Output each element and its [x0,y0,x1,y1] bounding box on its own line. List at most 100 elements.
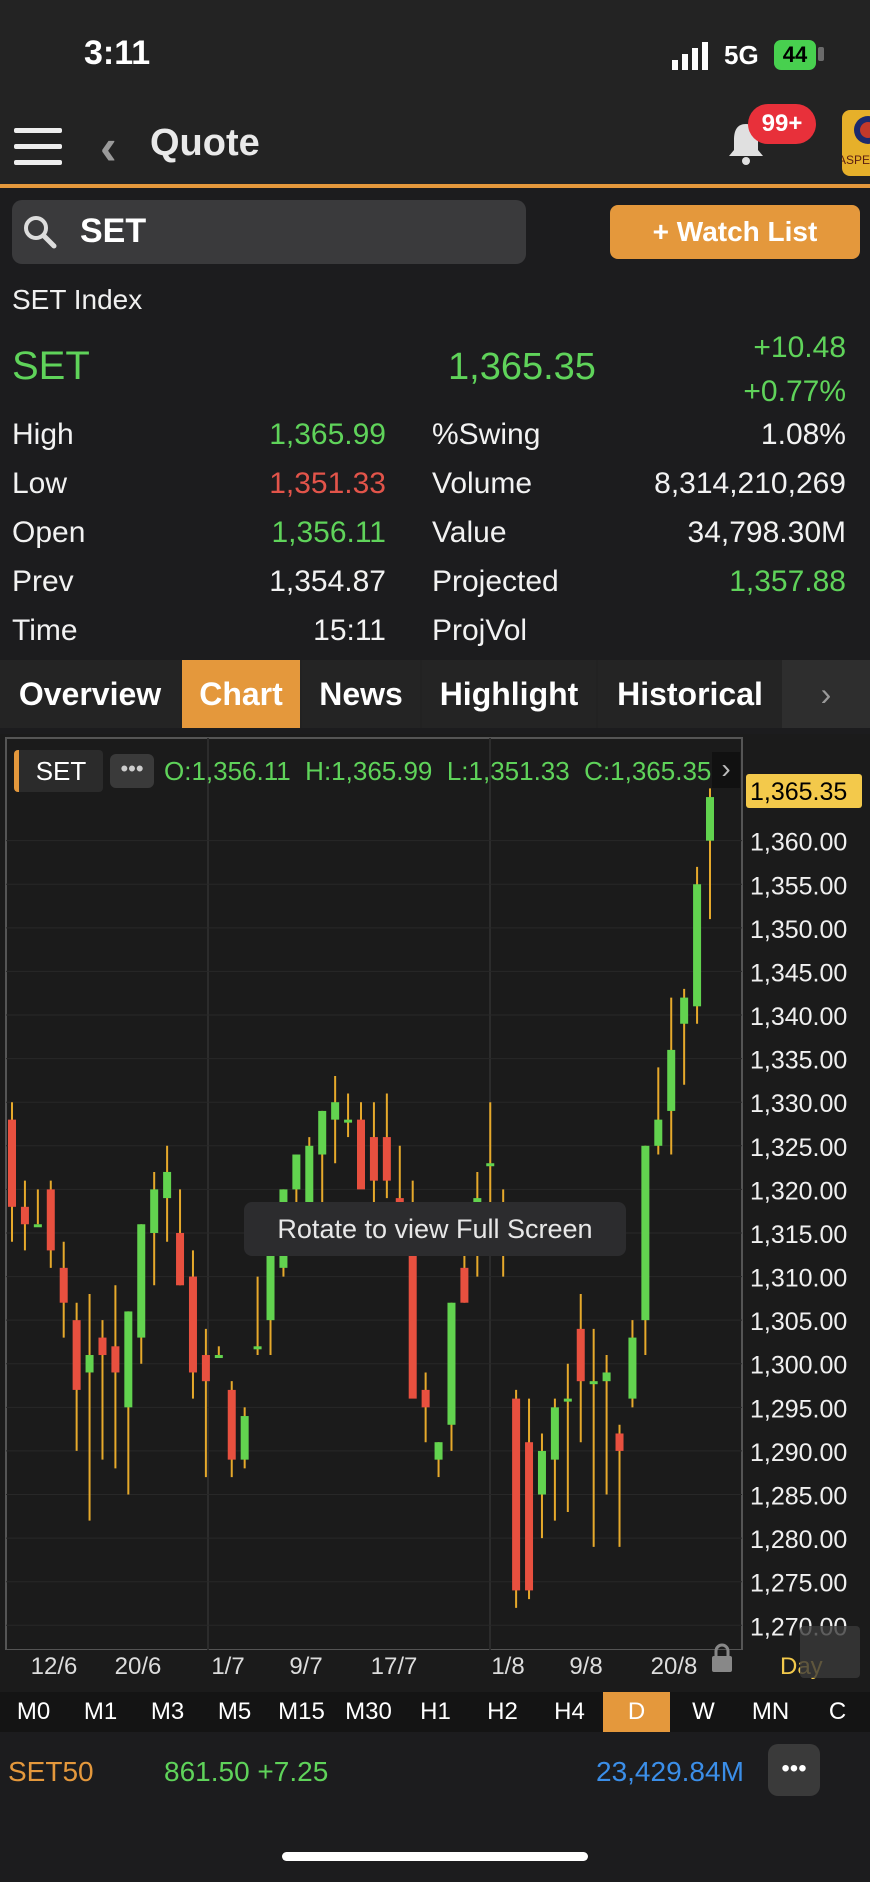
candle-body [654,1119,663,1146]
candle-body [201,1355,210,1382]
candle-body [525,1442,534,1591]
y-tick-label: 1,350.00 [750,916,847,944]
candle-body [369,1137,378,1181]
candle-body [111,1346,120,1373]
ticker-more-icon[interactable]: ••• [768,1744,820,1796]
tab-news[interactable]: News [302,660,420,728]
candle-body [8,1119,16,1207]
stat-value: 8,314,210,269 [654,467,846,500]
candle-body [344,1119,353,1123]
candle-body [266,1250,275,1321]
candle-body [537,1450,546,1495]
broker-logo[interactable]: ASPEN [842,110,870,176]
y-tick-label: 1,310.00 [750,1265,847,1293]
signal-icon [672,42,708,70]
candle-body [382,1137,391,1181]
x-tick-label: 1/7 [211,1653,244,1680]
candle-body [214,1355,223,1359]
timeframe-mn[interactable]: MN [737,1692,804,1732]
stat-label: Time [12,614,78,647]
search-input[interactable]: SET [80,212,146,251]
candle-body [331,1102,340,1120]
menu-icon[interactable] [14,128,62,176]
stat-label: Projected [432,565,559,598]
tab-highlight[interactable]: Highlight [422,660,596,728]
stat-value: 1,354.87 [269,565,386,598]
candle-body [357,1119,365,1190]
candle-body [667,1049,676,1111]
index-name: SET Index [12,284,143,315]
candle-body [576,1328,585,1382]
legend-chevron-icon[interactable]: › [712,752,740,788]
candle-body [706,797,714,841]
candle-body [628,1337,637,1399]
timeframe-h4[interactable]: H4 [536,1692,603,1732]
timeframe-m1[interactable]: M1 [67,1692,134,1732]
timeframe-m30[interactable]: M30 [335,1692,402,1732]
page-title: Quote [150,122,260,164]
stat-label: Open [12,516,86,549]
candle-body [641,1145,650,1321]
chart-symbol-chip[interactable]: SET [14,750,103,792]
logo-text: ASPEN [842,153,870,167]
candle-body [253,1346,262,1350]
ticker-symbol[interactable]: SET50 [8,1756,94,1788]
network-type: 5G [724,40,759,70]
y-tick-label: 1,355.00 [750,872,847,900]
tab-overview[interactable]: Overview [0,660,180,728]
timeframe-h1[interactable]: H1 [402,1692,469,1732]
y-tick-label: 1,340.00 [750,1003,847,1031]
y-tick-label: 1,315.00 [750,1221,847,1249]
stat-value: 1,356.11 [271,516,386,549]
y-tick-label: 1,285.00 [750,1483,847,1511]
stat-label: ProjVol [432,614,528,647]
candle-body [46,1189,55,1251]
change-value: +10.48 [753,331,846,364]
ticker-price: 861.50 +7.25 [164,1756,329,1787]
x-tick-label: 1/8 [491,1653,524,1680]
rotate-toast: Rotate to view Full Screen [244,1202,626,1256]
candle-body [176,1232,185,1286]
timeframe-m15[interactable]: M15 [268,1692,335,1732]
globe-icon [854,116,870,144]
candle-body [85,1355,94,1373]
back-chevron-icon[interactable]: ‹ [100,118,117,176]
candle-body [615,1433,624,1451]
candle-body [72,1320,81,1390]
y-tick-label: 1,300.00 [750,1352,847,1380]
tab-historical[interactable]: Historical [598,660,782,728]
candle-body [150,1189,159,1233]
timeframe-c[interactable]: C [804,1692,870,1732]
candle-body [20,1206,29,1225]
candle-body [124,1311,133,1408]
y-tick-label: 1,330.00 [750,1090,847,1118]
home-indicator [282,1852,588,1861]
price-change: +10.48 +0.77% [743,326,846,414]
candle-body [137,1224,146,1338]
timeframe-m0[interactable]: M0 [0,1692,67,1732]
x-tick-label: 12/6 [31,1653,78,1680]
add-watchlist-button[interactable]: + Watch List [610,205,860,259]
tab-scroll-right-icon[interactable]: › [782,660,870,728]
battery-tip [818,47,824,61]
stat-value: 1,357.88 [729,565,846,598]
tab-chart[interactable]: Chart [182,660,300,728]
battery-level: 44 [782,42,808,67]
timeframe-d[interactable]: D [603,1692,670,1732]
x-tick-label: 20/8 [651,1653,698,1680]
change-percent: +0.77% [743,375,846,408]
y-tick-label: 1,290.00 [750,1439,847,1467]
timeframe-h2[interactable]: H2 [469,1692,536,1732]
lock-icon [712,1656,732,1672]
stat-label: High [12,418,74,451]
y-tick-label: 1,305.00 [750,1308,847,1336]
candle-body [188,1276,197,1373]
stat-value: 1,351.33 [269,467,386,500]
candle-body [563,1398,572,1402]
timeframe-w[interactable]: W [670,1692,737,1732]
y-tick-label: 1,280.00 [750,1526,847,1554]
timeframe-m3[interactable]: M3 [134,1692,201,1732]
more-icon[interactable]: ••• [110,754,154,788]
timeframe-m5[interactable]: M5 [201,1692,268,1732]
candle-body [434,1442,443,1460]
